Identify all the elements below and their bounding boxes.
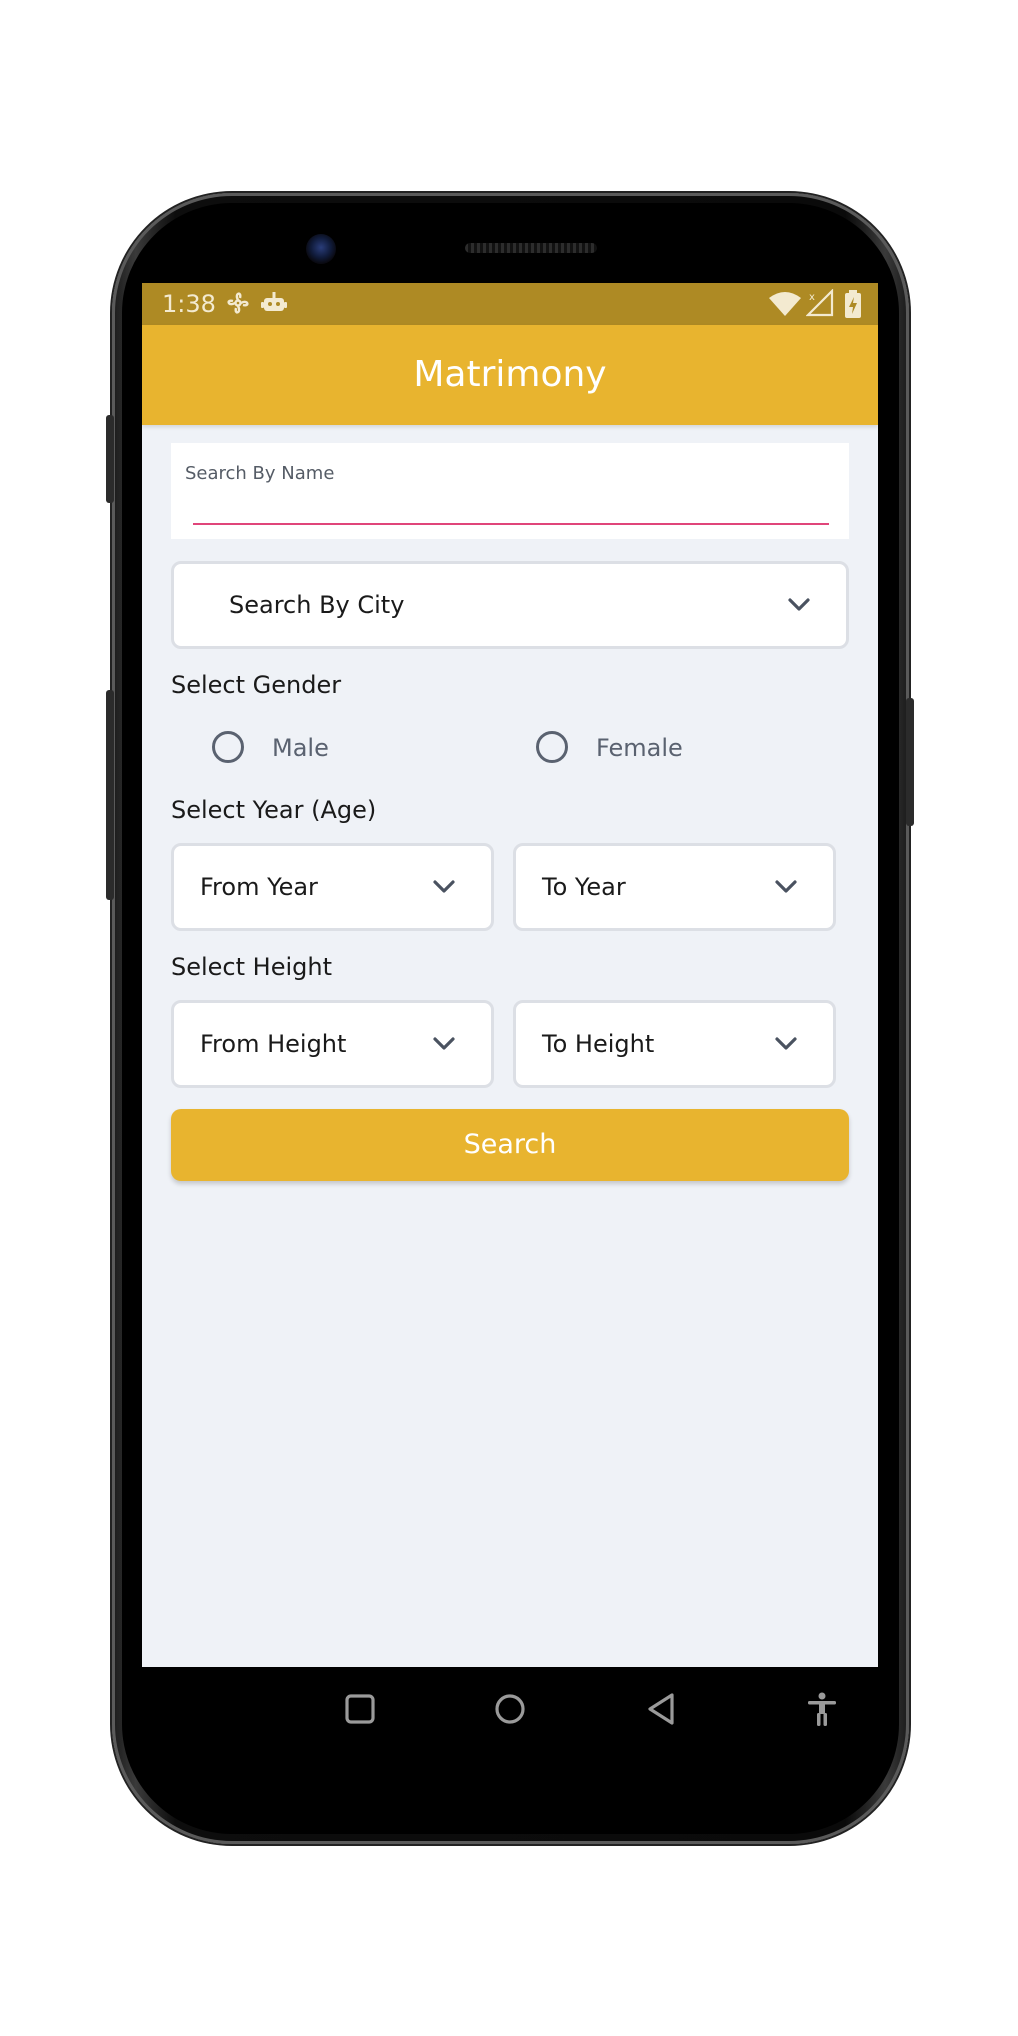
search-by-name-field: Search By Name bbox=[171, 443, 849, 539]
search-by-city-label: Search By City bbox=[229, 591, 405, 619]
status-time: 1:38 bbox=[162, 290, 216, 318]
back-icon[interactable] bbox=[642, 1689, 682, 1729]
chevron-down-icon bbox=[433, 1037, 455, 1050]
chevron-down-icon bbox=[775, 1037, 797, 1050]
wifi-icon bbox=[769, 292, 801, 316]
select-gender-heading: Select Gender bbox=[171, 671, 342, 699]
app-bar: Matrimony bbox=[142, 325, 878, 425]
volume-down-button bbox=[106, 690, 114, 900]
radio-female-label[interactable]: Female bbox=[596, 734, 683, 762]
radio-female[interactable] bbox=[536, 731, 568, 763]
select-year-heading: Select Year (Age) bbox=[171, 796, 377, 824]
to-year-dropdown[interactable]: To Year bbox=[513, 843, 836, 931]
svg-text:x: x bbox=[809, 292, 815, 303]
navigation-bar bbox=[142, 1667, 878, 1753]
radio-male[interactable] bbox=[212, 731, 244, 763]
front-camera bbox=[306, 234, 336, 264]
from-year-label: From Year bbox=[200, 873, 318, 901]
fan-icon bbox=[227, 292, 249, 314]
accessibility-icon[interactable] bbox=[802, 1689, 842, 1729]
app-screen: 1:38 x Matrimony Search By Name Search B… bbox=[142, 283, 878, 1667]
chevron-down-icon bbox=[775, 880, 797, 893]
search-by-city-dropdown[interactable]: Search By City bbox=[171, 561, 849, 649]
from-height-label: From Height bbox=[200, 1030, 347, 1058]
home-icon[interactable] bbox=[490, 1689, 530, 1729]
chevron-down-icon bbox=[788, 598, 810, 611]
to-year-label: To Year bbox=[542, 873, 626, 901]
recents-icon[interactable] bbox=[340, 1689, 380, 1729]
select-height-heading: Select Height bbox=[171, 953, 333, 981]
status-bar: 1:38 x bbox=[142, 283, 878, 325]
power-button bbox=[906, 698, 914, 826]
radio-male-label[interactable]: Male bbox=[272, 734, 329, 762]
app-title: Matrimony bbox=[413, 354, 607, 395]
search-by-name-label: Search By Name bbox=[185, 463, 335, 484]
signal-icon: x bbox=[806, 289, 834, 317]
android-robot-icon bbox=[261, 292, 287, 311]
to-height-label: To Height bbox=[542, 1030, 655, 1058]
from-year-dropdown[interactable]: From Year bbox=[171, 843, 494, 931]
search-by-name-input[interactable] bbox=[193, 487, 829, 525]
chevron-down-icon bbox=[433, 880, 455, 893]
battery-icon bbox=[845, 290, 861, 318]
from-height-dropdown[interactable]: From Height bbox=[171, 1000, 494, 1088]
volume-up-button bbox=[106, 415, 114, 503]
earpiece-speaker bbox=[465, 243, 597, 253]
search-button[interactable]: Search bbox=[171, 1109, 849, 1181]
to-height-dropdown[interactable]: To Height bbox=[513, 1000, 836, 1088]
